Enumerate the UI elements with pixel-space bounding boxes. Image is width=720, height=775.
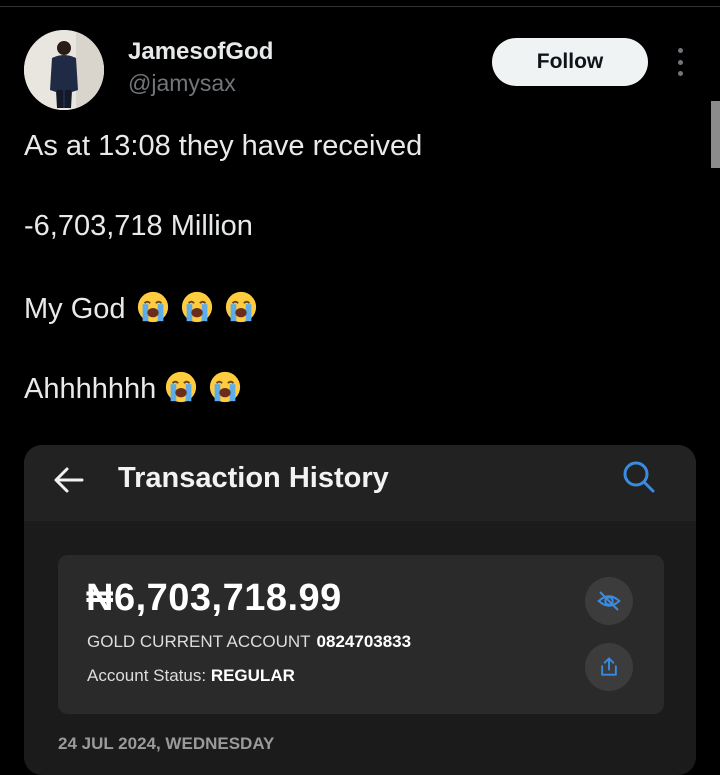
tweet-text: Ahhhhhhh (24, 373, 157, 405)
top-divider (0, 0, 720, 7)
screen-title: Transaction History (118, 462, 389, 494)
tweet-text-line: Ahhhhhhh (24, 370, 242, 406)
search-icon (623, 461, 655, 493)
avatar[interactable] (24, 30, 104, 110)
crying-face-icon (208, 370, 242, 404)
user-handle[interactable]: @jamysax (128, 70, 236, 97)
crying-face-icon (224, 290, 258, 324)
share-button (585, 643, 633, 691)
hide-balance-button (585, 577, 633, 625)
transaction-date: 24 JUL 2024, WEDNESDAY (58, 734, 275, 753)
account-type: GOLD CURRENT ACCOUNT (87, 632, 311, 651)
back-arrow-icon (54, 467, 84, 493)
account-info: GOLD CURRENT ACCOUNT 0824703833 (87, 632, 411, 652)
avatar-photo (24, 30, 104, 110)
crying-face-icon (136, 290, 170, 324)
tweet-text-line: As at 13:08 they have received (24, 130, 423, 162)
transaction-header: Transaction History (24, 445, 696, 521)
follow-button[interactable]: Follow (492, 38, 648, 86)
display-name[interactable]: JamesofGod (128, 38, 273, 66)
account-card: ₦6,703,718.99 GOLD CURRENT ACCOUNT 082470… (58, 555, 664, 714)
embedded-screenshot[interactable]: Transaction History ₦6,703,718.99 GOLD C… (24, 445, 696, 775)
share-icon (601, 657, 617, 676)
crying-face-icon (180, 290, 214, 324)
crying-face-icon (164, 370, 198, 404)
account-status: Account Status: REGULAR (87, 666, 295, 686)
account-status-label: Account Status: (87, 666, 207, 685)
tweet-text-line: -6,703,718 Million (24, 210, 253, 242)
scrollbar[interactable] (711, 101, 720, 168)
tweet-text: My God (24, 293, 126, 325)
tweet-text-line: My God (24, 290, 258, 326)
eye-off-icon (597, 591, 621, 611)
more-options-icon[interactable] (666, 44, 694, 80)
account-number: 0824703833 (316, 632, 412, 651)
account-status-value: REGULAR (210, 666, 295, 685)
account-balance: ₦6,703,718.99 (86, 577, 342, 619)
